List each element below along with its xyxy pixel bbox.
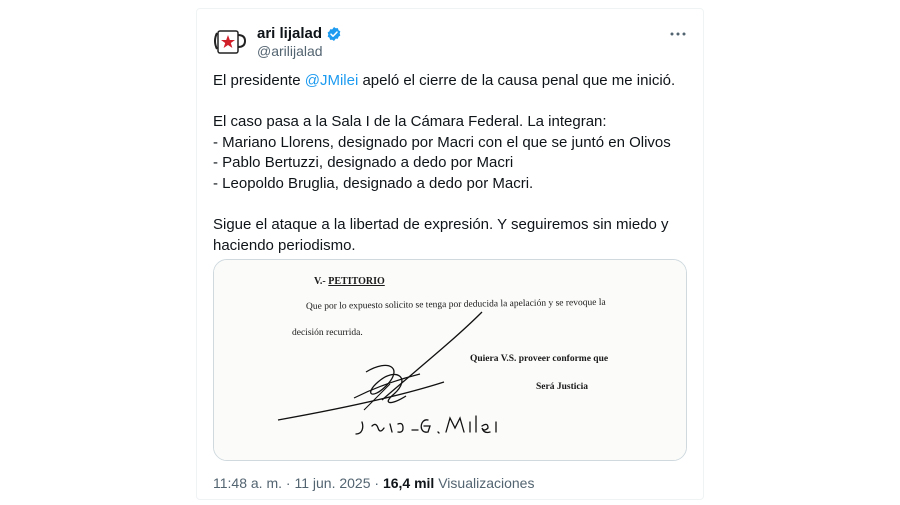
tweet-meta: 11:48 a. m. · 11 jun. 2025 · 16,4 mil Vi… bbox=[213, 475, 534, 491]
separator: · bbox=[282, 475, 295, 491]
author-display-name[interactable]: ari lijalad bbox=[257, 25, 322, 42]
mug-avatar-icon[interactable] bbox=[213, 23, 249, 59]
tweet-paragraph-2: El caso pasa a la Sala I de la Cámara Fe… bbox=[213, 113, 671, 192]
views-label: Visualizaciones bbox=[434, 475, 535, 491]
attached-image[interactable]: V.- PETITORIO Que por lo expuesto solici… bbox=[213, 259, 687, 461]
text-suffix: apeló el cierre de la causa penal que me… bbox=[358, 72, 676, 89]
author-name-row[interactable]: ari lijalad bbox=[257, 25, 342, 42]
tweet-paragraph-3: Sigue el ataque a la libertad de expresi… bbox=[213, 216, 673, 254]
tweet-card: ari lijalad @arilijalad El presidente @J… bbox=[196, 8, 704, 500]
tweet-time[interactable]: 11:48 a. m. bbox=[213, 475, 282, 491]
document-page: V.- PETITORIO Que por lo expuesto solici… bbox=[214, 260, 686, 460]
handwritten-signature bbox=[277, 311, 497, 435]
separator: · bbox=[370, 475, 383, 491]
views-count: 16,4 mil bbox=[382, 475, 435, 491]
tweet-text: El presidente @JMilei apeló el cierre de… bbox=[213, 71, 693, 256]
verified-badge-icon bbox=[326, 26, 342, 42]
tweet-date[interactable]: 11 jun. 2025 bbox=[294, 475, 370, 491]
tweet-line-1: El presidente @JMilei apeló el cierre de… bbox=[213, 71, 693, 92]
author-handle[interactable]: @arilijalad bbox=[257, 43, 323, 59]
text-prefix: El presidente bbox=[213, 72, 305, 89]
more-dots-icon[interactable] bbox=[667, 23, 689, 45]
mention-link[interactable]: @JMilei bbox=[305, 72, 359, 89]
